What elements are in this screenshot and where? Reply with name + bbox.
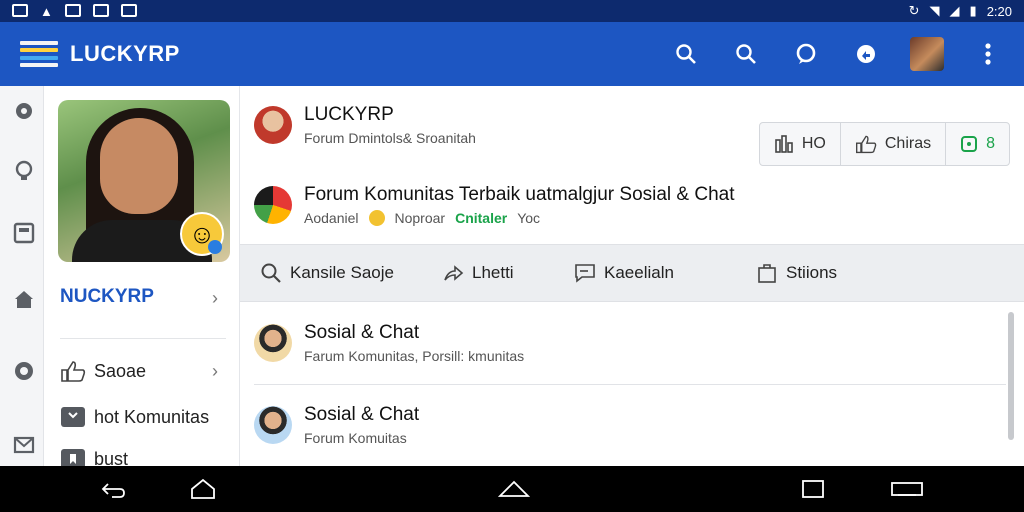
nav-rail [0,86,44,466]
share-icon [444,265,464,281]
home-button-icon[interactable] [498,478,530,500]
bag-icon [758,264,776,283]
chat-icon[interactable] [790,38,822,70]
keyboard-icon[interactable] [890,478,924,500]
profile-name[interactable]: NUCKYRP [60,286,154,308]
feed-title: Sosial & Chat [304,322,420,343]
divider [60,338,226,339]
thumbs-up-icon [855,135,877,154]
smile-emoji-icon: ☺ [180,212,224,256]
post-meta: Aodaniel Noproar Cnitaler Yoc [304,210,541,226]
feed-subtitle: Farum Komunitas, Porsill: kmunitas [304,348,525,364]
main-content: LUCKYRP Forum Dmintols& Sroanitah HO Chi… [240,86,1024,466]
search-icon-2[interactable] [730,38,762,70]
comment-icon [575,264,595,283]
sidebar-item-hot-komunitas[interactable]: hot Komunitas [60,406,209,428]
scrollbar[interactable] [1008,312,1014,440]
avatar [254,324,292,362]
system-nav-bar [0,466,1024,512]
action-search[interactable]: Kansile Saoje [260,262,394,284]
stat-count[interactable]: 8 [946,123,1009,165]
video-icon [61,407,85,427]
wifi-icon: ◥ [929,3,940,18]
news-icon[interactable] [13,222,35,244]
search-icon [261,263,281,283]
avatar [254,406,292,444]
profile-avatar[interactable] [910,37,944,71]
coin-icon [368,210,385,226]
profile-sidebar: ☺ NUCKYRP › Saoae › hot Komunitas bust [44,86,240,469]
more-menu-icon[interactable] [972,38,1004,70]
search-icon[interactable] [670,38,702,70]
chevron-right-icon[interactable]: › [212,288,218,309]
signal-icon: ◢ [949,3,960,18]
status-bar: ▲ ↻ ◥ ◢ ▮ 2:20 [0,0,1024,22]
post-title: LUCKYRP [304,104,394,125]
app-bar: LUCKYRP [0,22,1024,86]
alert-notification-icon: ▲ [40,3,53,19]
feed-item[interactable]: Sosial & Chat Farum Komunitas, Porsill: … [254,322,524,364]
avatar [254,106,292,144]
feed-subtitle: Forum Komuitas [304,430,407,446]
settings-icon[interactable] [13,100,35,122]
home-icon[interactable] [190,478,216,500]
action-stations[interactable]: Stiions [756,262,837,284]
avatar [254,186,292,224]
divider [254,384,1006,385]
sidebar-item-label: hot Komunitas [94,406,210,427]
sync-icon: ↻ [908,3,920,18]
header-post[interactable]: LUCKYRP Forum Dmintols& Sroanitah [254,104,476,146]
clock: 2:20 [986,3,1012,19]
post-subtitle: Forum Dmintols& Sroanitah [304,130,476,146]
sidebar-item-label: Saoae [94,360,147,381]
action-comment[interactable]: Kaeelialn [574,262,674,284]
share-icon[interactable] [850,38,882,70]
verified-badge-icon [208,240,222,254]
chart-icon [775,135,793,153]
stat-ho[interactable]: HO [760,123,841,165]
message-icon[interactable] [13,434,35,456]
battery-icon: ▮ [969,3,977,18]
recents-icon[interactable] [800,478,826,500]
stats-bar: HO Chiras 8 [758,122,1010,166]
app-title: LUCKYRP [70,41,180,66]
square-icon [961,136,978,152]
app-logo-icon [20,38,58,70]
bulb-icon[interactable] [13,160,35,182]
stat-chiras[interactable]: Chiras [841,123,947,165]
post-title: Forum Komunitas Terbaik uatmalgjur Sosia… [304,184,735,205]
action-bar: Kansile Saoje Lhetti Kaeelialn Stiions [240,244,1024,302]
forum-post[interactable]: Forum Komunitas Terbaik uatmalgjur Sosia… [254,184,735,226]
home-icon[interactable] [13,288,35,310]
action-share[interactable]: Lhetti [442,262,514,284]
back-icon[interactable] [100,478,126,500]
image-notification-icon-2 [92,3,109,17]
chevron-right-icon: › [212,360,218,381]
image-notification-icon [12,3,28,17]
profile-photo[interactable]: ☺ [58,100,230,262]
mail-notification-icon [64,3,81,17]
notification-icons: ▲ [12,3,137,19]
app-notification-icon [120,3,137,17]
feed-item[interactable]: Sosial & Chat Forum Komuitas [254,404,419,446]
feed-title: Sosial & Chat [304,404,420,425]
sidebar-item-saoae[interactable]: Saoae › [60,360,218,382]
thumbs-up-icon [61,361,86,382]
location-icon[interactable] [13,360,35,382]
